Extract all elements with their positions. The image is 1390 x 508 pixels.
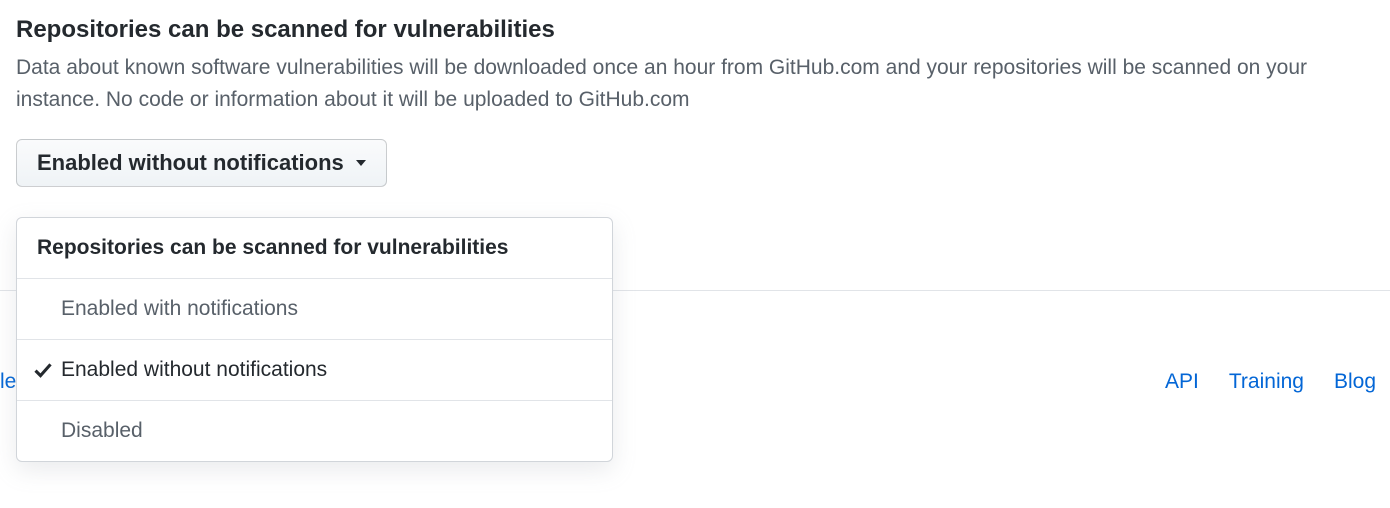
footer-link-training[interactable]: Training	[1229, 370, 1304, 394]
dropdown-selected-label: Enabled without notifications	[37, 150, 344, 176]
dropdown-item-label: Enabled without notifications	[61, 358, 327, 382]
dropdown-item-disabled[interactable]: Disabled	[17, 401, 612, 461]
dropdown-item-enabled-with-notifications[interactable]: Enabled with notifications	[17, 279, 612, 340]
footer-links: API Training Blog	[1165, 370, 1376, 394]
scan-setting-dropdown-button[interactable]: Enabled without notifications	[16, 139, 387, 187]
caret-down-icon	[356, 160, 366, 166]
dropdown-menu-header: Repositories can be scanned for vulnerab…	[17, 218, 612, 279]
dropdown-item-label: Enabled with notifications	[61, 297, 298, 321]
footer-link-blog[interactable]: Blog	[1334, 370, 1376, 394]
scan-setting-dropdown-menu: Repositories can be scanned for vulnerab…	[16, 217, 613, 462]
dropdown-item-label: Disabled	[61, 419, 143, 443]
section-description: Data about known software vulnerabilitie…	[16, 52, 1374, 115]
footer-link-fragment[interactable]: le	[0, 370, 16, 394]
section-title: Repositories can be scanned for vulnerab…	[16, 16, 1374, 44]
footer-link-api[interactable]: API	[1165, 370, 1199, 394]
dropdown-item-enabled-without-notifications[interactable]: Enabled without notifications	[17, 340, 612, 401]
check-icon	[33, 360, 53, 380]
